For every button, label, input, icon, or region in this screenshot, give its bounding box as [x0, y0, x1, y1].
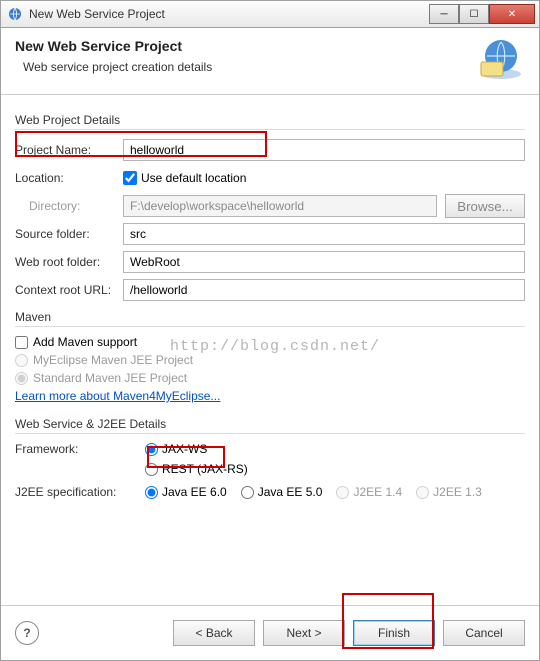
finish-button[interactable]: Finish: [353, 620, 435, 646]
group-label-ws: Web Service & J2EE Details: [15, 417, 525, 431]
titlebar[interactable]: New Web Service Project ─ ☐ ✕: [0, 0, 540, 28]
wizard-header: New Web Service Project Web service proj…: [1, 28, 539, 94]
app-icon: [7, 6, 23, 22]
use-default-location-label: Use default location: [141, 171, 246, 185]
source-folder-input[interactable]: [123, 223, 525, 245]
window-buttons: ─ ☐ ✕: [429, 4, 535, 24]
add-maven-label: Add Maven support: [33, 335, 137, 349]
window-title: New Web Service Project: [29, 7, 429, 21]
framework-jaxws-row: JAX-WS: [145, 442, 525, 456]
j2ee-13-label: J2EE 1.3: [433, 485, 482, 499]
group-label-details: Web Project Details: [15, 113, 525, 127]
source-folder-label: Source folder:: [15, 227, 123, 241]
project-name-label: Project Name:: [15, 143, 123, 157]
add-maven-row: Add Maven support: [15, 335, 525, 349]
framework-rest-label: REST (JAX-RS): [162, 462, 248, 476]
project-name-row: Project Name:: [15, 138, 525, 162]
j2ee-label: J2EE specification:: [15, 485, 145, 499]
directory-label: Directory:: [15, 199, 123, 213]
help-button[interactable]: ?: [15, 621, 39, 645]
directory-input: [123, 195, 437, 217]
directory-row: Directory: Browse...: [15, 194, 525, 218]
browse-button: Browse...: [445, 194, 525, 218]
web-root-input[interactable]: [123, 251, 525, 273]
group-label-maven: Maven: [15, 310, 525, 324]
context-url-row: Context root URL:: [15, 278, 525, 302]
j2ee-13-row: J2EE 1.3: [416, 485, 482, 499]
globe-icon: [477, 38, 525, 80]
context-url-input[interactable]: [123, 279, 525, 301]
j2ee-6-label: Java EE 6.0: [162, 485, 227, 499]
cancel-button[interactable]: Cancel: [443, 620, 525, 646]
maven-standard-row: Standard Maven JEE Project: [15, 371, 525, 385]
context-url-label: Context root URL:: [15, 283, 123, 297]
j2ee-5-radio[interactable]: [241, 486, 254, 499]
web-root-label: Web root folder:: [15, 255, 123, 269]
framework-rest-row: REST (JAX-RS): [145, 462, 525, 476]
j2ee-5-row: Java EE 5.0: [241, 485, 323, 499]
j2ee-13-radio: [416, 486, 429, 499]
j2ee-14-row: J2EE 1.4: [336, 485, 402, 499]
framework-rest-radio[interactable]: [145, 463, 158, 476]
minimize-button[interactable]: ─: [429, 4, 459, 24]
source-folder-row: Source folder:: [15, 222, 525, 246]
framework-row: Framework: JAX-WS REST (JAX-RS): [15, 442, 525, 476]
content-area: Web Project Details Project Name: Locati…: [1, 95, 539, 605]
maven-myeclipse-radio: [15, 354, 28, 367]
next-button[interactable]: Next >: [263, 620, 345, 646]
maven-myeclipse-row: MyEclipse Maven JEE Project: [15, 353, 525, 367]
add-maven-checkbox[interactable]: [15, 336, 28, 349]
maven-standard-radio: [15, 372, 28, 385]
location-label: Location:: [15, 171, 123, 185]
maven-learn-row: Learn more about Maven4MyEclipse...: [15, 389, 525, 403]
j2ee-row: J2EE specification: Java EE 6.0 Java EE …: [15, 480, 525, 504]
j2ee-5-label: Java EE 5.0: [258, 485, 323, 499]
wizard-body: New Web Service Project Web service proj…: [0, 28, 540, 661]
web-root-row: Web root folder:: [15, 250, 525, 274]
wizard-footer: ? < Back Next > Finish Cancel: [1, 605, 539, 660]
use-default-location-checkbox[interactable]: [123, 171, 137, 185]
close-button[interactable]: ✕: [489, 4, 535, 24]
j2ee-14-radio: [336, 486, 349, 499]
maven-myeclipse-label: MyEclipse Maven JEE Project: [33, 353, 193, 367]
framework-label: Framework:: [15, 442, 145, 456]
j2ee-6-radio[interactable]: [145, 486, 158, 499]
j2ee-14-label: J2EE 1.4: [353, 485, 402, 499]
maximize-button[interactable]: ☐: [459, 4, 489, 24]
maven-standard-label: Standard Maven JEE Project: [33, 371, 187, 385]
page-title: New Web Service Project: [15, 38, 477, 54]
framework-jaxws-radio[interactable]: [145, 443, 158, 456]
framework-jaxws-label: JAX-WS: [162, 442, 207, 456]
project-name-input[interactable]: [123, 139, 525, 161]
location-row: Location: Use default location: [15, 166, 525, 190]
j2ee-6-row: Java EE 6.0: [145, 485, 227, 499]
back-button[interactable]: < Back: [173, 620, 255, 646]
maven-learn-link[interactable]: Learn more about Maven4MyEclipse...: [15, 389, 220, 403]
page-subtitle: Web service project creation details: [15, 60, 477, 74]
